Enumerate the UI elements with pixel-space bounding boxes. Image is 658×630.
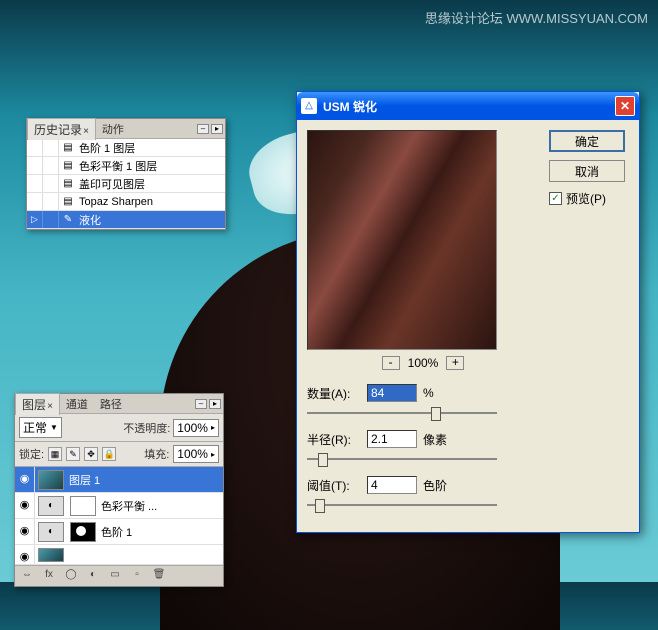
history-item-label: 液化	[77, 212, 225, 228]
history-list: ▤ 色阶 1 图层 ▤ 色彩平衡 1 图层 ▤ 盖印可见图层 ▤ Topaz S…	[27, 139, 225, 229]
layer-icon: ▤	[61, 196, 75, 207]
radius-input[interactable]	[367, 430, 417, 448]
layers-panel: 图层 × 通道 路径 – ▸ 正常 ▼ 不透明度: 100% ▸ 锁定: ▦ ✎…	[14, 393, 224, 587]
radius-unit: 像素	[423, 431, 447, 448]
opacity-value: 100%	[177, 421, 208, 435]
threshold-label: 阈值(T):	[307, 477, 361, 494]
lock-label: 锁定:	[19, 446, 44, 462]
layer-row[interactable]: ◉ ◐ 色彩平衡 ...	[15, 493, 223, 519]
layer-thumbnail[interactable]	[38, 470, 64, 490]
fill-value: 100%	[177, 447, 208, 461]
layer-icon: ▤	[61, 142, 75, 153]
history-item[interactable]: ▤ Topaz Sharpen	[27, 193, 225, 211]
history-item[interactable]: ▤ 盖印可见图层	[27, 175, 225, 193]
history-item-label: 盖印可见图层	[77, 176, 225, 192]
tab-close-icon[interactable]: ×	[83, 126, 89, 137]
amount-input[interactable]	[367, 384, 417, 402]
lock-image-icon[interactable]: ✎	[66, 447, 80, 461]
fill-label: 填充:	[144, 446, 169, 462]
amount-label: 数量(A):	[307, 385, 361, 402]
layer-thumbnail[interactable]	[38, 548, 64, 562]
panel-menu-icon[interactable]: ▸	[209, 399, 221, 409]
blend-mode-dropdown[interactable]: 正常 ▼	[19, 417, 62, 438]
visibility-eye-icon[interactable]: ◉	[15, 493, 35, 518]
preview-checkbox-label: 预览(P)	[566, 190, 606, 207]
watermark-text: 思缘设计论坛 WWW.MISSYUAN.COM	[425, 8, 648, 27]
tab-layers-label: 图层	[22, 398, 46, 412]
visibility-eye-icon[interactable]: ◉	[15, 467, 35, 492]
history-panel-tabs: 历史记录 × 动作 – ▸	[27, 119, 225, 139]
layers-panel-tabs: 图层 × 通道 路径 – ▸	[15, 394, 223, 414]
layers-blend-row: 正常 ▼ 不透明度: 100% ▸	[15, 414, 223, 442]
layer-mask-thumbnail[interactable]	[70, 496, 96, 516]
layers-lock-row: 锁定: ▦ ✎ ✥ 🔒 填充: 100% ▸	[15, 442, 223, 467]
layer-name: 色彩平衡 ...	[99, 498, 223, 514]
layer-list: ◉ 图层 1 ◉ ◐ 色彩平衡 ... ◉ ◐ 色阶 1 ◉	[15, 467, 223, 565]
layer-row[interactable]: ◉ ◐ 色阶 1	[15, 519, 223, 545]
tab-history-label: 历史记录	[34, 123, 82, 137]
amount-unit: %	[423, 386, 434, 400]
zoom-value: 100%	[408, 356, 439, 370]
fill-dropdown[interactable]: 100% ▸	[173, 445, 219, 463]
history-item-label: 色彩平衡 1 图层	[77, 158, 225, 174]
tab-history[interactable]: 历史记录 ×	[27, 118, 96, 140]
threshold-unit: 色阶	[423, 477, 447, 494]
lock-position-icon[interactable]: ✥	[84, 447, 98, 461]
layer-name: 图层 1	[67, 472, 223, 488]
panel-minimize-icon[interactable]: –	[197, 124, 209, 134]
amount-slider[interactable]	[307, 406, 497, 420]
filter-preview[interactable]	[307, 130, 497, 350]
layer-mask-thumbnail[interactable]	[70, 522, 96, 542]
cancel-button[interactable]: 取消	[549, 160, 625, 182]
history-item-label: Topaz Sharpen	[77, 196, 225, 208]
dialog-title: USM 锐化	[323, 98, 615, 115]
chevron-right-icon: ▸	[211, 450, 215, 459]
history-item[interactable]: ▤ 色彩平衡 1 图层	[27, 157, 225, 175]
threshold-slider[interactable]	[307, 498, 497, 512]
tab-close-icon[interactable]: ×	[47, 401, 53, 412]
ok-button[interactable]: 确定	[549, 130, 625, 152]
history-item[interactable]: ▤ 色阶 1 图层	[27, 139, 225, 157]
chevron-down-icon: ▼	[50, 423, 58, 432]
layer-name: 色阶 1	[99, 524, 223, 540]
chevron-right-icon: ▸	[211, 423, 215, 432]
layer-icon: ▤	[61, 178, 75, 189]
dialog-titlebar[interactable]: △ USM 锐化 ✕	[297, 92, 639, 120]
tab-layers[interactable]: 图层 ×	[15, 393, 60, 415]
history-item-label: 色阶 1 图层	[77, 140, 225, 156]
app-icon: △	[301, 98, 317, 114]
adjustment-icon[interactable]: ◐	[38, 496, 64, 516]
zoom-out-button[interactable]: -	[382, 356, 400, 370]
close-button[interactable]: ✕	[615, 96, 635, 116]
history-item-selected[interactable]: ▷ ✎ 液化	[27, 211, 225, 229]
tab-actions[interactable]: 动作	[96, 119, 130, 139]
preview-checkbox[interactable]: ✓	[549, 192, 562, 205]
opacity-dropdown[interactable]: 100% ▸	[173, 419, 219, 437]
radius-label: 半径(R):	[307, 431, 361, 448]
layer-row-selected[interactable]: ◉ 图层 1	[15, 467, 223, 493]
lock-transparent-icon[interactable]: ▦	[48, 447, 62, 461]
lock-all-icon[interactable]: 🔒	[102, 447, 116, 461]
layer-icon: ▤	[61, 160, 75, 171]
usm-sharpen-dialog: △ USM 锐化 ✕ - 100% + 数量(A): % 半径(R): 像素	[296, 91, 640, 533]
visibility-eye-icon[interactable]: ◉	[15, 545, 35, 564]
layers-toolbar: ⇔ fx ◯ ◐ ▭ ▫ 🗑	[15, 565, 223, 586]
history-panel: 历史记录 × 动作 – ▸ ▤ 色阶 1 图层 ▤ 色彩平衡 1 图层 ▤ 盖印…	[26, 118, 226, 230]
visibility-eye-icon[interactable]: ◉	[15, 519, 35, 544]
radius-slider[interactable]	[307, 452, 497, 466]
history-marker-icon: ▷	[31, 214, 38, 225]
panel-minimize-icon[interactable]: –	[195, 399, 207, 409]
tab-paths[interactable]: 路径	[94, 394, 128, 414]
threshold-input[interactable]	[367, 476, 417, 494]
tab-channels[interactable]: 通道	[60, 394, 94, 414]
layer-row[interactable]: ◉	[15, 545, 223, 565]
brush-icon: ✎	[61, 214, 75, 225]
adjustment-icon[interactable]: ◐	[38, 522, 64, 542]
opacity-label: 不透明度:	[123, 420, 170, 436]
panel-menu-icon[interactable]: ▸	[211, 124, 223, 134]
blend-mode-value: 正常	[23, 419, 47, 436]
zoom-in-button[interactable]: +	[446, 356, 464, 370]
